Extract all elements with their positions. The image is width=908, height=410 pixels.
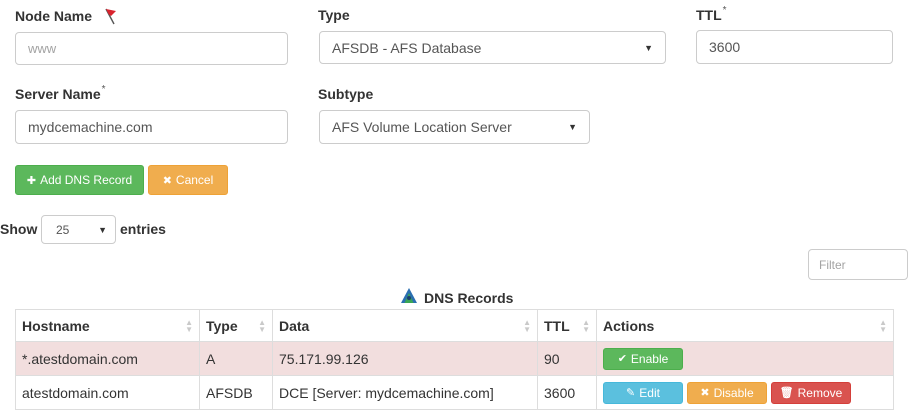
close-icon: ✖ xyxy=(700,387,710,399)
node-name-input[interactable]: www xyxy=(15,32,288,65)
ttl-input-value: 3600 xyxy=(709,39,741,55)
pencil-icon: ✎ xyxy=(626,387,636,399)
check-icon: ✔ xyxy=(617,353,627,365)
required-mark: * xyxy=(722,5,727,16)
add-dns-record-label: Add DNS Record xyxy=(40,173,133,187)
cell-data: 75.171.99.126 xyxy=(272,341,538,376)
server-name-input[interactable]: mydcemachine.com xyxy=(15,110,288,144)
node-name-label: Node Name xyxy=(15,7,118,28)
column-header-label: Data xyxy=(279,317,310,334)
ttl-label: TTL* xyxy=(696,5,727,23)
cancel-button[interactable]: ✖ Cancel xyxy=(148,165,228,195)
server-name-input-value: mydcemachine.com xyxy=(28,119,153,135)
cancel-label: Cancel xyxy=(175,173,214,187)
enable-button[interactable]: ✔ Enable xyxy=(603,347,683,370)
column-header-label: Hostname xyxy=(22,317,90,334)
red-flag-icon xyxy=(100,7,118,28)
table-caption: DNS Records xyxy=(400,287,513,308)
table-row: *.atestdomain.com A 75.171.99.126 90 ✔ E… xyxy=(15,341,894,376)
entries-per-page-value: 25 xyxy=(56,222,70,237)
dns-records-table: Hostname ▲ ▼ Type ▲ ▼ Data ▲ ▼ TTL ▲ ▼ Actions ▲ ▼… xyxy=(15,309,894,410)
edit-label: Edit xyxy=(639,385,660,400)
table-row: atestdomain.com AFSDB DCE [Server: mydce… xyxy=(15,375,894,410)
disable-label: Disable xyxy=(713,385,754,400)
cell-ttl: 90 xyxy=(537,341,597,376)
filter-placeholder: Filter xyxy=(819,257,846,272)
column-header-ttl[interactable]: TTL ▲ ▼ xyxy=(537,309,597,342)
column-header-label: Type xyxy=(206,317,238,334)
remove-button[interactable]: 🗑 Remove xyxy=(771,381,851,404)
plus-icon: ✚ xyxy=(26,174,37,187)
disable-button[interactable]: ✖ Disable xyxy=(687,381,767,404)
close-icon: ✖ xyxy=(162,174,172,187)
cell-data: DCE [Server: mydcemachine.com] xyxy=(272,375,538,410)
filter-input[interactable]: Filter xyxy=(808,249,908,280)
sort-icon: ▲ ▼ xyxy=(523,317,531,334)
column-header-actions[interactable]: Actions ▲ ▼ xyxy=(596,309,894,342)
sort-icon: ▲ ▼ xyxy=(258,317,266,334)
table-header-row: Hostname ▲ ▼ Type ▲ ▼ Data ▲ ▼ TTL ▲ ▼ Actions ▲ ▼ xyxy=(15,309,894,342)
add-dns-record-button[interactable]: ✚ Add DNS Record xyxy=(15,165,144,195)
trash-icon: 🗑 xyxy=(779,387,794,399)
column-header-type[interactable]: Type ▲ ▼ xyxy=(199,309,273,342)
column-header-hostname[interactable]: Hostname ▲ ▼ xyxy=(15,309,200,342)
dns-records-icon xyxy=(400,287,418,308)
sort-icon: ▲ ▼ xyxy=(582,317,590,334)
column-header-data[interactable]: Data ▲ ▼ xyxy=(272,309,538,342)
cell-type: A xyxy=(199,341,273,376)
cell-type: AFSDB xyxy=(199,375,273,410)
chevron-down-icon: ▼ xyxy=(644,42,653,53)
type-select[interactable]: AFSDB - AFS Database ▼ xyxy=(319,31,666,64)
subtype-select[interactable]: AFS Volume Location Server ▼ xyxy=(319,110,590,144)
cell-actions: ✎ Edit ✖ Disable 🗑 Remove xyxy=(596,375,894,410)
sort-icon: ▲ ▼ xyxy=(185,317,193,334)
type-label: Type xyxy=(318,7,350,23)
cell-hostname: *.atestdomain.com xyxy=(15,341,200,376)
column-header-label: Actions xyxy=(603,317,655,334)
ttl-input[interactable]: 3600 xyxy=(696,30,893,64)
subtype-label: Subtype xyxy=(318,86,374,102)
node-name-label-text: Node Name xyxy=(15,8,93,25)
cell-actions: ✔ Enable xyxy=(596,341,894,376)
cell-ttl: 3600 xyxy=(537,375,597,410)
type-select-value: AFSDB - AFS Database xyxy=(332,39,482,56)
required-mark: * xyxy=(101,84,106,95)
chevron-down-icon: ▼ xyxy=(568,122,577,132)
entries-per-page-select[interactable]: 25 ▼ xyxy=(41,215,116,244)
edit-button[interactable]: ✎ Edit xyxy=(603,381,683,404)
entries-label: entries xyxy=(120,221,166,237)
column-header-label: TTL xyxy=(544,317,570,334)
node-name-placeholder: www xyxy=(28,41,57,56)
subtype-select-value: AFS Volume Location Server xyxy=(332,119,512,135)
chevron-down-icon: ▼ xyxy=(98,224,107,235)
enable-label: Enable xyxy=(630,351,669,366)
cell-hostname: atestdomain.com xyxy=(15,375,200,410)
server-name-label-text: Server Name xyxy=(15,86,101,102)
ttl-label-text: TTL xyxy=(696,7,722,23)
show-label: Show xyxy=(0,221,38,237)
table-caption-text: DNS Records xyxy=(424,289,514,306)
remove-label: Remove xyxy=(797,385,843,400)
server-name-label: Server Name* xyxy=(15,84,106,102)
sort-icon: ▲ ▼ xyxy=(879,317,887,334)
